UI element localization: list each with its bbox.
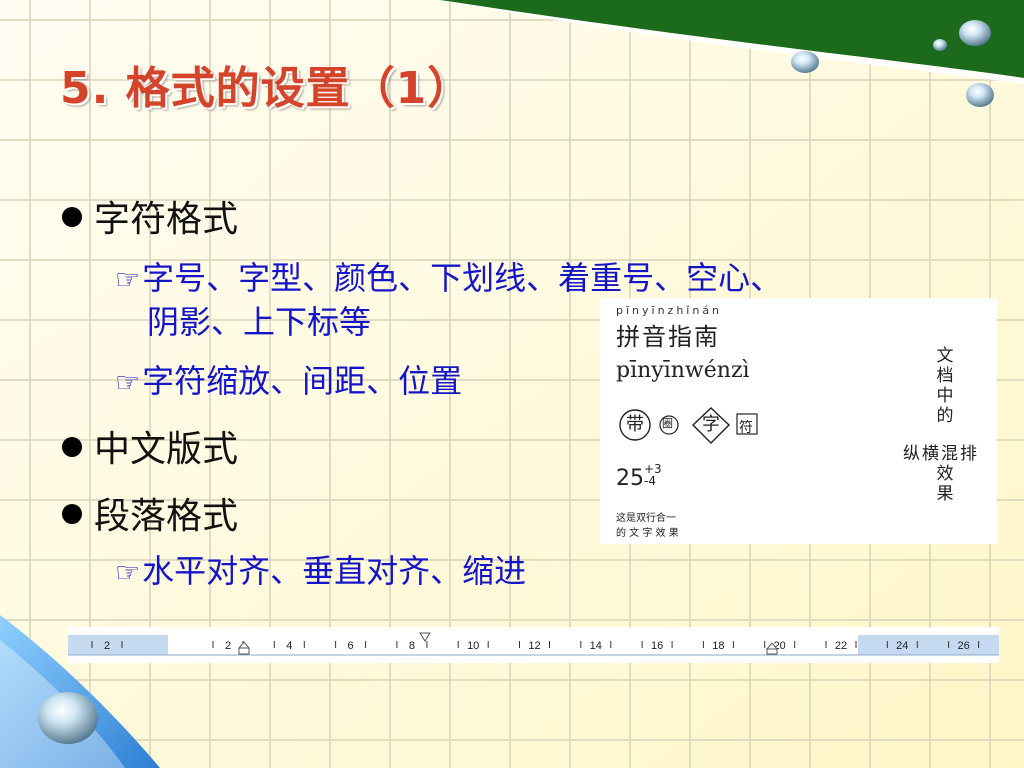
water-drop-icon [959,20,991,46]
bullet-text: 中文版式 [94,429,239,470]
bullet-chinese-layout: 中文版式 [62,420,238,472]
bullet-dot-icon [62,207,82,227]
enclosed-char-circle: 带 [626,414,644,435]
pinyin-guide-text: pīnyīnzhǐnán [616,304,723,317]
bullet-text: 字符格式 [94,199,239,240]
water-drop-icon [791,51,819,73]
pointing-hand-icon: ☞ [115,556,141,589]
ruler-label: 26 [957,640,969,652]
bullet-paragraph-format: 段落格式 [62,487,238,539]
vertical-char: 中 [936,386,954,406]
ruler-label: 10 [467,640,479,652]
ruler-label: 18 [712,640,724,652]
pointing-hand-icon: ☞ [115,366,141,399]
left-indent-marker[interactable] [238,647,250,655]
ruler-label: 2 [225,640,231,652]
vertical-char: 档 [936,366,954,386]
sub-item-alignment: ☞水平对齐、垂直对齐、缩进 [115,550,526,594]
ruler-label: 24 [896,640,908,652]
water-drop-icon [933,39,947,51]
chinese-layout-sample-image: pīnyīnzhǐnán 拼音指南 pīnyīnwénzì 带 圈 字 符 25… [600,298,997,544]
sub-item-text: 水平对齐、垂直对齐、缩进 [142,552,527,590]
bullet-text: 段落格式 [94,496,239,537]
pointing-hand-icon: ☞ [115,263,141,296]
water-drop-icon [38,692,98,744]
two-line-top: 这是双行合一 [616,513,676,524]
ruler-label: 8 [409,640,415,652]
pinyin-guide-hanzi: 拼音指南 [616,323,720,351]
ruler-label: 16 [651,640,663,652]
vertical-text-bottom: 效 果 [935,464,955,504]
sub-item-text: 字号、字型、颜色、下划线、着重号、空心、 [142,259,783,297]
enclosed-char-diamond: 字 [702,414,720,435]
equation-base: 25 [616,466,644,491]
vertical-char: 的 [936,406,954,426]
enclosed-char-small-circle: 圈 [662,417,673,430]
horizontal-mixed-text: 纵横混排 [903,444,979,464]
paragraph-ruler: 2 2 4 6 8 10 12 14 16 18 20 22 24 26 [68,627,999,663]
ruler-label: 14 [590,640,602,652]
ruler-label: 22 [835,640,847,652]
ruler-label: 2 [104,640,110,652]
vertical-char: 果 [936,484,954,504]
equation-sample: 25 +3 -4 [616,463,662,491]
two-lines-in-one-sample: 这是双行合一 的 文 字 效 果 [616,511,679,541]
pinyin-line: pīnyīnwénzì [616,358,750,383]
equation-subscript: -4 [644,474,656,488]
bullet-character-format: 字符格式 [62,190,238,242]
bullet-dot-icon [62,504,82,524]
vertical-char: 效 [936,464,954,484]
vertical-char: 文 [936,346,954,366]
sub-item-scaling: ☞字符缩放、间距、位置 [115,360,462,404]
enclosed-char-square: 符 [739,420,753,436]
two-line-bottom: 的 文 字 效 果 [616,528,679,539]
ruler-label: 12 [528,640,540,652]
vertical-text-top: 文 档 中 的 [935,346,955,426]
water-drop-icon [966,83,994,107]
ruler-label: 6 [348,640,354,652]
slide-title: 5. 格式的设置（1） [60,63,473,114]
bullet-dot-icon [62,437,82,457]
ruler-label: 4 [286,640,292,652]
sub-item-text: 字符缩放、间距、位置 [142,362,463,400]
